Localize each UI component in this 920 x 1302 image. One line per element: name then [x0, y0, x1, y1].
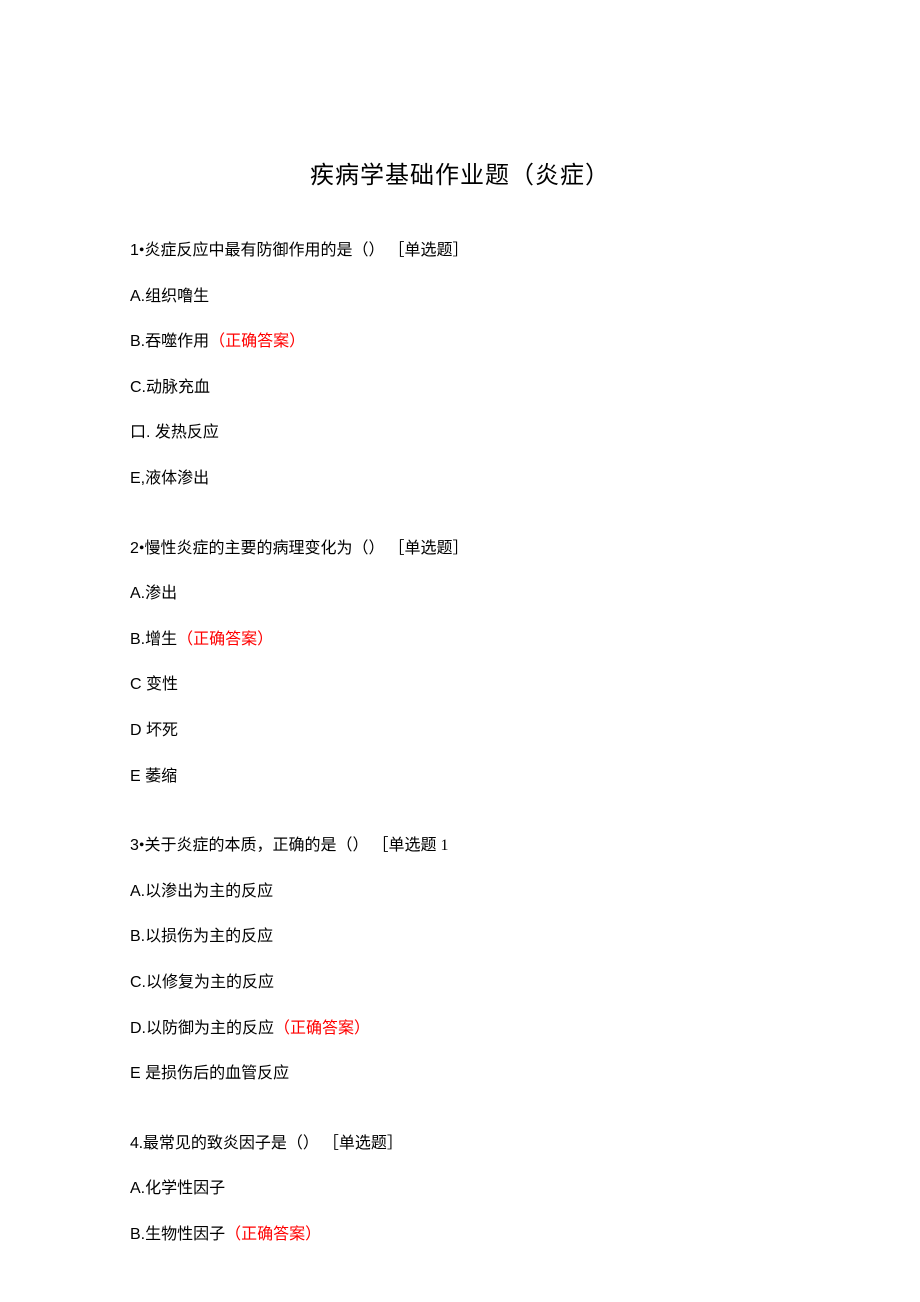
option-row: C.以修复为主的反应 [130, 970, 790, 996]
option-row: A.组织噜生 [130, 284, 790, 310]
option-row: E 萎缩 [130, 764, 790, 790]
option-row: A.渗出 [130, 581, 790, 607]
option-text: 以防御为主的反应 [146, 1020, 274, 1037]
questions-list: 1•炎症反应中最有防御作用的是（） ［单选题］A.组织噜生B.吞噬作用（正确答案… [130, 238, 790, 1247]
option-label: B. [130, 1226, 145, 1243]
option-text: 以渗出为主的反应 [145, 883, 273, 900]
page-title: 疾病学基础作业题（炎症） [130, 155, 790, 190]
option-text: 是损伤后的血管反应 [145, 1065, 289, 1082]
option-row: B.吞噬作用（正确答案） [130, 329, 790, 355]
option-label: 口. [130, 424, 155, 441]
correct-answer-label: （正确答案） [177, 631, 273, 648]
question-number: 3 [130, 837, 139, 854]
option-label: E [130, 1065, 145, 1082]
option-text: 组织噜生 [145, 288, 209, 305]
option-label: D [130, 722, 146, 739]
question-text: 1•炎症反应中最有防御作用的是（） ［单选题］ [130, 238, 790, 264]
question-text: 2•慢性炎症的主要的病理变化为（） ［单选题］ [130, 536, 790, 562]
correct-answer-label: （正确答案） [274, 1020, 370, 1037]
question-block: 3•关于炎症的本质，正确的是（） ［单选题 1 A.以渗出为主的反应 B.以损伤为主… [130, 833, 790, 1087]
option-row: B.增生（正确答案） [130, 627, 790, 653]
option-row: 口. 发热反应 [130, 420, 790, 446]
option-text: 化学性因子 [145, 1180, 225, 1197]
option-text: 生物性因子 [145, 1226, 225, 1243]
question-number: 1 [130, 242, 139, 259]
option-text: 液体渗出 [145, 470, 209, 487]
option-label: B. [130, 333, 145, 350]
option-text: 发热反应 [155, 424, 219, 441]
correct-answer-label: （正确答案） [225, 1226, 321, 1243]
correct-answer-label: （正确答案） [209, 333, 305, 350]
question-body: 炎症反应中最有防御作用的是（） ［单选题］ [145, 242, 469, 259]
option-row: E 是损伤后的血管反应 [130, 1061, 790, 1087]
question-block: 1•炎症反应中最有防御作用的是（） ［单选题］ A.组织噜生 B.吞噬作用（正确答案… [130, 238, 790, 492]
option-label: B. [130, 631, 145, 648]
option-text: 萎缩 [145, 768, 177, 785]
option-row: C.动脉充血 [130, 375, 790, 401]
option-label: A. [130, 1180, 145, 1197]
question-text: 3•关于炎症的本质，正确的是（） ［单选题 1 [130, 833, 790, 859]
question-number: 4 [130, 1135, 139, 1152]
question-body: 关于炎症的本质，正确的是（） ［单选题 1 [145, 837, 449, 854]
option-row: A.以渗出为主的反应 [130, 879, 790, 905]
question-block: 4.最常见的致炎因子是（） ［单选题］ A.化学性因子 B.生物性因子（正确答案） [130, 1131, 790, 1248]
option-text: 以修复为主的反应 [146, 974, 274, 991]
option-label: C [130, 676, 146, 693]
option-text: 渗出 [145, 585, 177, 602]
option-text: 坏死 [146, 722, 178, 739]
option-label: C. [130, 379, 146, 396]
option-label: A. [130, 288, 145, 305]
option-label: E, [130, 470, 145, 487]
option-label: B. [130, 928, 145, 945]
option-label: C. [130, 974, 146, 991]
option-row: D.以防御为主的反应（正确答案） [130, 1016, 790, 1042]
option-row: E,液体渗出 [130, 466, 790, 492]
option-row: A.化学性因子 [130, 1176, 790, 1202]
question-number: 2 [130, 540, 139, 557]
option-text: 吞噬作用 [145, 333, 209, 350]
option-label: E [130, 768, 145, 785]
option-row: B.生物性因子（正确答案） [130, 1222, 790, 1248]
question-body: 慢性炎症的主要的病理变化为（） ［单选题］ [145, 540, 469, 557]
question-text: 4.最常见的致炎因子是（） ［单选题］ [130, 1131, 790, 1157]
option-label: A. [130, 883, 145, 900]
option-row: C 变性 [130, 672, 790, 698]
option-row: B.以损伤为主的反应 [130, 924, 790, 950]
option-text: 变性 [146, 676, 178, 693]
option-label: A. [130, 585, 145, 602]
option-label: D. [130, 1020, 146, 1037]
question-block: 2•慢性炎症的主要的病理变化为（） ［单选题］ A.渗出 B.增生（正确答案） C 变… [130, 536, 790, 790]
option-text: 增生 [145, 631, 177, 648]
option-text: 以损伤为主的反应 [145, 928, 273, 945]
option-text: 动脉充血 [146, 379, 210, 396]
option-row: D 坏死 [130, 718, 790, 744]
question-body: 最常见的致炎因子是（） ［单选题］ [143, 1135, 403, 1152]
